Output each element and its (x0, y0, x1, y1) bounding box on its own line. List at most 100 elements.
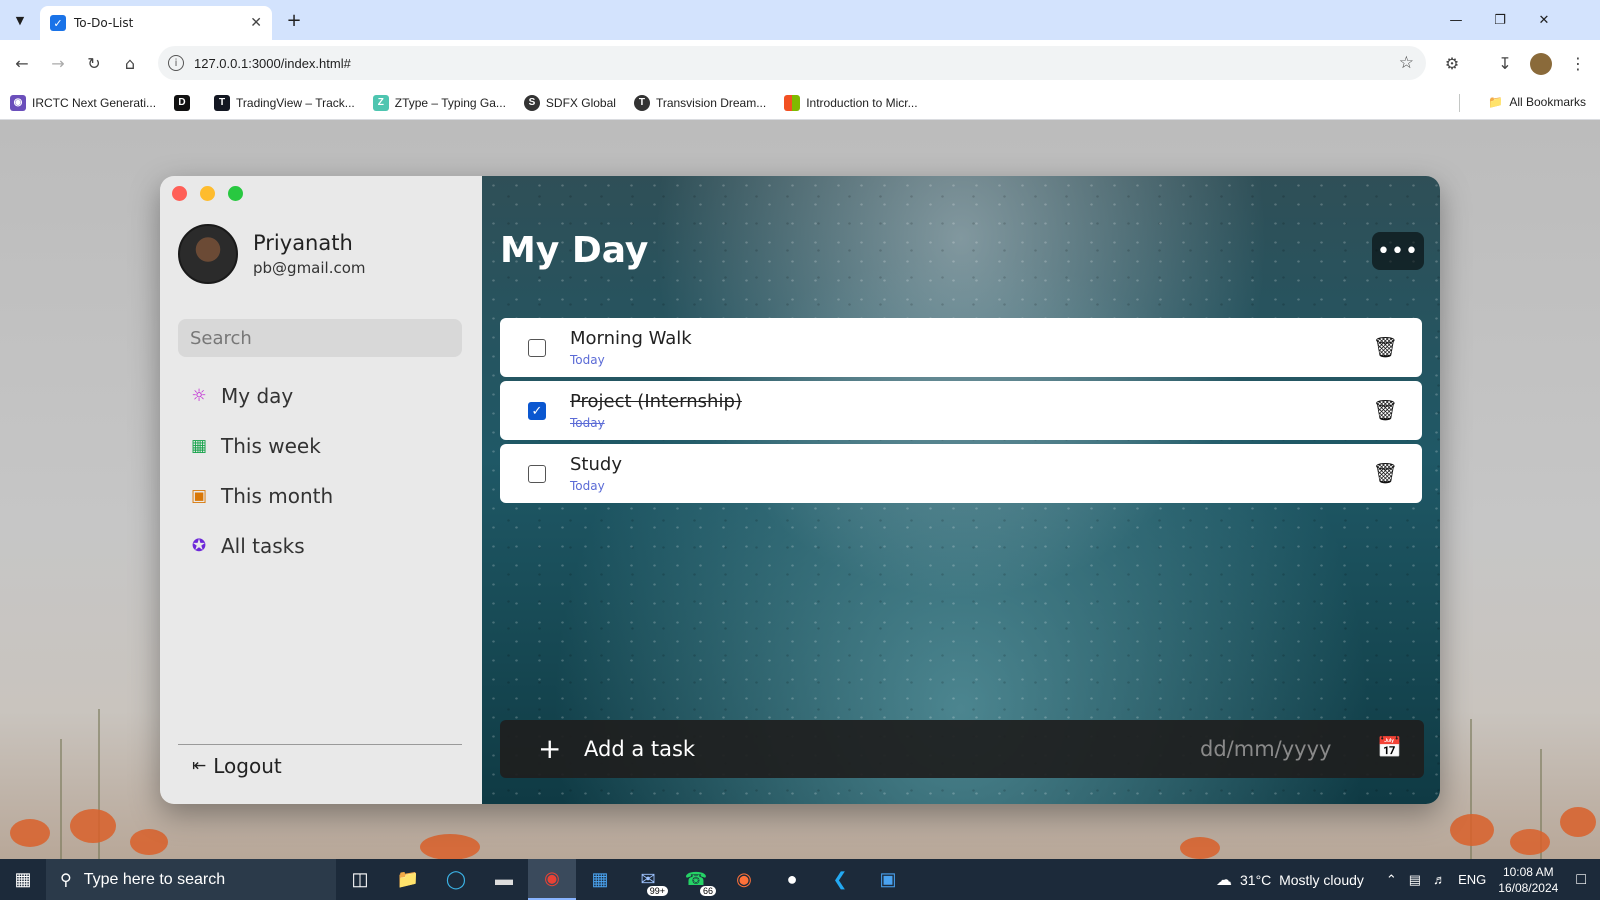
close-window-icon[interactable]: ✕ (1524, 8, 1564, 32)
todo-app-window: Priyanath pb@gmail.com ☼ My day ▦ This w… (160, 176, 1440, 804)
firefox-icon[interactable]: ◉ (720, 859, 768, 900)
all-bookmarks-button[interactable]: 📁 All Bookmarks (1488, 95, 1586, 109)
minimize-dot-icon[interactable] (200, 186, 215, 201)
system-tray: ☁ 31°C Mostly cloudy ⌃ ▤ ♬ ENG 10:08 AM … (1216, 859, 1600, 900)
sidebar-item-this-month[interactable]: ▣ This month (188, 481, 333, 511)
trash-icon[interactable]: 🗑 (1373, 461, 1398, 485)
calendar-picker-icon[interactable]: 📅 (1377, 735, 1402, 759)
back-icon[interactable]: ← (10, 51, 34, 75)
task-list: Morning Walk Today 🗑 ✓ Project (Internsh… (500, 318, 1422, 507)
chevron-up-icon[interactable]: ⌃ (1386, 872, 1397, 888)
more-options-button[interactable]: ••• (1372, 232, 1424, 270)
add-task-input[interactable] (584, 732, 1144, 766)
windows-start-icon[interactable]: ▦ (0, 859, 46, 900)
weather-widget[interactable]: ☁ 31°C Mostly cloudy (1216, 870, 1364, 890)
clock[interactable]: 10:08 AM 16/08/2024 (1498, 864, 1558, 896)
extensions-icon[interactable]: ⚙ (1440, 51, 1464, 75)
bookmark-item[interactable]: T TradingView – Track... (214, 94, 355, 111)
taskbar-search[interactable]: ⚲ Type here to search (46, 859, 336, 900)
bookmark-star-icon[interactable]: ☆ (1399, 53, 1414, 73)
task-item[interactable]: Study Today 🗑 (500, 444, 1422, 503)
whatsapp-badge: 66 (699, 886, 716, 896)
maximize-dot-icon[interactable] (228, 186, 243, 201)
tab-title: To-Do-List (74, 16, 134, 30)
trash-icon[interactable]: 🗑 (1373, 398, 1398, 422)
reload-icon[interactable]: ↻ (82, 51, 106, 75)
folder-icon: 📁 (1488, 95, 1504, 109)
new-tab-icon[interactable]: + (282, 8, 306, 32)
close-dot-icon[interactable] (172, 186, 187, 201)
browser-profile-avatar[interactable] (1530, 53, 1552, 75)
vscode-icon[interactable]: ❮ (816, 859, 864, 900)
user-name: Priyanath (253, 231, 353, 255)
task-checkbox[interactable]: ✓ (528, 402, 546, 420)
sidebar-item-my-day[interactable]: ☼ My day (188, 381, 333, 411)
sidebar: Priyanath pb@gmail.com ☼ My day ▦ This w… (160, 176, 482, 804)
task-item[interactable]: ✓ Project (Internship) Today 🗑 (500, 381, 1422, 440)
close-tab-icon[interactable]: ✕ (250, 15, 262, 31)
tab-search-chevron-icon[interactable]: ▼ (8, 8, 32, 32)
bookmark-item[interactable]: Z ZType – Typing Ga... (372, 94, 506, 111)
logout-button[interactable]: ⇤ Logout (192, 754, 282, 778)
irctc-icon: ◉ (10, 94, 26, 111)
bookmark-item[interactable]: Introduction to Micr... (784, 94, 918, 111)
plus-icon[interactable]: + (538, 732, 561, 765)
chrome-icon[interactable]: ◉ (528, 859, 576, 900)
sidebar-item-all-tasks[interactable]: ✪ All tasks (188, 531, 333, 561)
notification-icon[interactable]: □ (1576, 871, 1586, 889)
site-info-icon[interactable]: i (168, 55, 184, 71)
download-icon[interactable]: ↧ (1493, 51, 1517, 75)
mongodb-icon[interactable]: ● (768, 859, 816, 900)
network-icon[interactable]: ▤ (1409, 872, 1421, 888)
page-title: My Day (500, 230, 649, 271)
address-bar[interactable]: i 127.0.0.1:3000/index.html# ☆ (158, 46, 1426, 80)
task-date: Today (570, 479, 605, 493)
store-icon[interactable]: ▦ (576, 859, 624, 900)
edge-icon[interactable]: ◯ (432, 859, 480, 900)
task-checkbox[interactable] (528, 465, 546, 483)
restore-icon[interactable]: ❐ (1480, 8, 1520, 32)
bookmarks-bar: ◉ IRCTC Next Generati... D T TradingView… (0, 86, 1600, 120)
volume-icon[interactable]: ♬ (1433, 872, 1446, 887)
sidebar-item-this-week[interactable]: ▦ This week (188, 431, 333, 461)
forward-icon[interactable]: → (46, 51, 70, 75)
trash-icon[interactable]: 🗑 (1373, 335, 1398, 359)
mail-icon[interactable]: ✉ 99+ (624, 859, 672, 900)
grid-icon: ▦ (190, 436, 208, 456)
tradingview-icon: T (214, 94, 231, 111)
bookmark-item[interactable]: ◉ IRCTC Next Generati... (10, 94, 156, 111)
file-explorer-icon[interactable]: 📁 (384, 859, 432, 900)
browser-tab[interactable]: ✓ To-Do-List ✕ (40, 6, 272, 40)
task-name: Project (Internship) (570, 391, 742, 412)
language-indicator[interactable]: ENG (1458, 872, 1486, 887)
star-icon: ✪ (191, 536, 207, 556)
task-name: Study (570, 454, 622, 475)
date-input[interactable] (1200, 732, 1350, 766)
search-input[interactable] (178, 319, 462, 357)
minimize-icon[interactable]: — (1436, 8, 1476, 32)
mail-badge: 99+ (646, 886, 668, 896)
bookmark-label: ZType – Typing Ga... (394, 95, 506, 110)
microsoft-icon (784, 94, 801, 111)
bookmark-item[interactable]: T Transvision Dream... (633, 94, 767, 111)
app-icon[interactable]: ▬ (480, 859, 528, 900)
page-viewport: Priyanath pb@gmail.com ☼ My day ▦ This w… (0, 120, 1600, 859)
avatar (178, 224, 238, 284)
sdfx-icon: S (523, 94, 540, 111)
task-checkbox[interactable] (528, 339, 546, 357)
task-item[interactable]: Morning Walk Today 🗑 (500, 318, 1422, 377)
whatsapp-icon[interactable]: ☎ 66 (672, 859, 720, 900)
todo-favicon-icon: ✓ (50, 15, 66, 31)
task-view-icon[interactable]: ◫ (336, 859, 384, 900)
home-icon[interactable]: ⌂ (118, 51, 142, 75)
sidebar-item-label: This week (221, 434, 321, 458)
bookmark-item[interactable]: D (174, 94, 196, 111)
url-text: 127.0.0.1:3000/index.html# (194, 55, 351, 71)
bookmark-label: Transvision Dream... (655, 95, 767, 110)
search-icon: ⚲ (60, 871, 72, 889)
sidebar-item-label: This month (221, 484, 334, 508)
bookmark-item[interactable]: S SDFX Global (523, 94, 616, 111)
photos-icon[interactable]: ▣ (864, 859, 912, 900)
bookmarks-separator (1459, 94, 1460, 112)
browser-menu-icon[interactable]: ⋮ (1566, 51, 1590, 75)
